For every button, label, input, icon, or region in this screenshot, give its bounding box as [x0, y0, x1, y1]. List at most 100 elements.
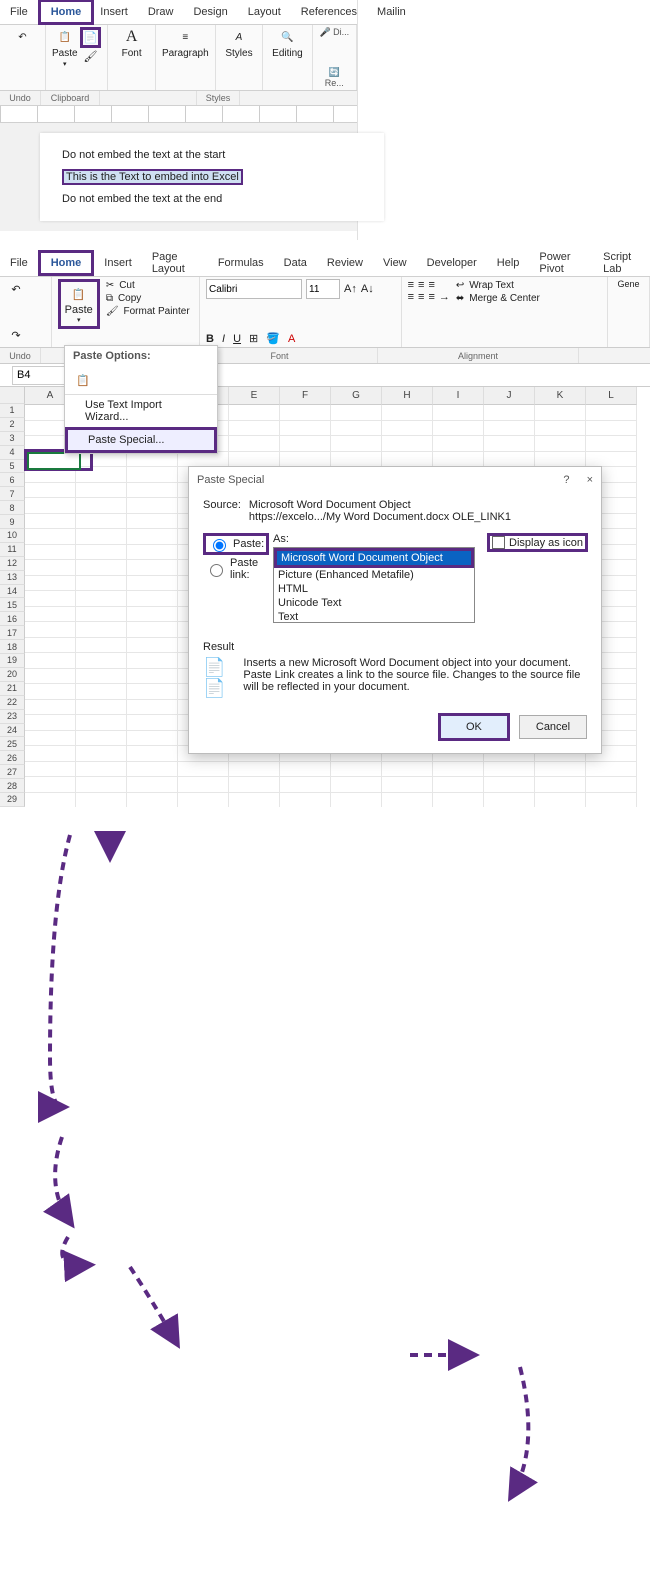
xl-tab-file[interactable]: File [0, 253, 38, 273]
xl-tab-scriptlab[interactable]: Script Lab [593, 247, 650, 279]
row-header-20[interactable]: 20 [0, 668, 25, 682]
cancel-button[interactable]: Cancel [519, 715, 587, 739]
align-right-icon[interactable]: ≡ [428, 291, 434, 303]
as-listbox[interactable]: Microsoft Word Document Object Picture (… [273, 547, 475, 623]
align-bottom-icon[interactable]: ≡ [428, 279, 434, 291]
row-header-18[interactable]: 18 [0, 640, 25, 654]
row-header-24[interactable]: 24 [0, 724, 25, 738]
xl-tab-insert[interactable]: Insert [94, 253, 142, 273]
indent-icon[interactable]: → [439, 291, 450, 303]
xl-undo-icon[interactable]: ↶ [6, 279, 26, 299]
row-header-7[interactable]: 7 [0, 487, 25, 501]
tab-home[interactable]: Home [38, 0, 95, 25]
row-header-21[interactable]: 21 [0, 682, 25, 696]
font-group-button[interactable]: A Font [114, 27, 149, 59]
xl-tab-review[interactable]: Review [317, 253, 373, 273]
undo-button[interactable]: ↶ [6, 27, 39, 47]
dictate-icon[interactable]: 🎤 Di... [319, 27, 350, 38]
xl-tab-data[interactable]: Data [274, 253, 317, 273]
styles-button[interactable]: A Styles [222, 27, 257, 59]
col-header-G[interactable]: G [331, 387, 382, 405]
row-header-9[interactable]: 9 [0, 515, 25, 529]
font-size-select[interactable] [306, 279, 340, 299]
row-header-8[interactable]: 8 [0, 501, 25, 515]
row-header-22[interactable]: 22 [0, 696, 25, 710]
copy-icon[interactable]: 📄 [80, 27, 102, 48]
editing-button[interactable]: 🔍 Editing [269, 27, 305, 59]
xl-tab-developer[interactable]: Developer [417, 253, 487, 273]
row-header-6[interactable]: 6 [0, 473, 25, 487]
paste-radio[interactable]: Paste: [203, 533, 269, 555]
row-header-10[interactable]: 10 [0, 529, 25, 543]
xl-tab-formulas[interactable]: Formulas [208, 253, 274, 273]
row-header-4[interactable]: 4 [0, 446, 25, 460]
align-left-icon[interactable]: ≡ [408, 291, 414, 303]
col-header-L[interactable]: L [586, 387, 637, 405]
tab-mailings[interactable]: Mailin [367, 2, 416, 22]
font-color-button[interactable]: A [288, 333, 295, 345]
paragraph-button[interactable]: ≡ Paragraph [162, 27, 209, 59]
opt-picture[interactable]: Picture (Enhanced Metafile) [274, 568, 474, 582]
opt-text[interactable]: Text [274, 610, 474, 623]
opt-word-object[interactable]: Microsoft Word Document Object [274, 548, 474, 568]
increase-font-icon[interactable]: A↑ [344, 283, 357, 295]
border-button[interactable]: ⊞ [249, 332, 258, 345]
row-header-23[interactable]: 23 [0, 710, 25, 724]
xl-tab-home[interactable]: Home [38, 250, 95, 276]
col-header-J[interactable]: J [484, 387, 535, 405]
bold-button[interactable]: B [206, 333, 214, 345]
row-header-3[interactable]: 3 [0, 432, 25, 446]
align-center-icon[interactable]: ≡ [418, 291, 424, 303]
copy-button[interactable]: ⧉Copy [106, 292, 190, 305]
close-button[interactable]: × [587, 474, 593, 486]
formula-input[interactable] [197, 367, 650, 384]
tab-insert[interactable]: Insert [90, 2, 138, 22]
col-header-I[interactable]: I [433, 387, 484, 405]
xl-tab-pagelayout[interactable]: Page Layout [142, 247, 208, 279]
paste-special-item[interactable]: Paste Special... [65, 427, 217, 453]
underline-button[interactable]: U [233, 333, 241, 345]
row-header-26[interactable]: 26 [0, 751, 25, 765]
wrap-text-button[interactable]: ↩Wrap Text [456, 279, 540, 292]
col-header-K[interactable]: K [535, 387, 586, 405]
tab-design[interactable]: Design [183, 2, 237, 22]
reuse-icon[interactable]: 🔄 Re... [319, 67, 350, 88]
cut-button[interactable]: ✂Cut [106, 279, 190, 292]
word-paste-button[interactable]: 📋 Paste ▾ [52, 27, 78, 68]
decrease-font-icon[interactable]: A↓ [361, 283, 374, 295]
format-painter-icon[interactable]: 🖌 [80, 50, 102, 63]
italic-button[interactable]: I [222, 333, 225, 345]
row-header-17[interactable]: 17 [0, 626, 25, 640]
row-header-2[interactable]: 2 [0, 418, 25, 432]
row-header-14[interactable]: 14 [0, 585, 25, 599]
align-middle-icon[interactable]: ≡ [418, 279, 424, 291]
row-header-1[interactable]: 1 [0, 404, 25, 418]
ok-button[interactable]: OK [438, 713, 510, 741]
tab-references[interactable]: References [291, 2, 367, 22]
row-header-5[interactable]: 5 [0, 460, 25, 474]
selected-text[interactable]: This is the Text to embed into Excel [62, 169, 243, 185]
xl-tab-help[interactable]: Help [487, 253, 530, 273]
help-button[interactable]: ? [563, 474, 569, 486]
row-header-19[interactable]: 19 [0, 654, 25, 668]
row-header-16[interactable]: 16 [0, 612, 25, 626]
xl-tab-view[interactable]: View [373, 253, 417, 273]
tab-layout[interactable]: Layout [238, 2, 291, 22]
tab-file[interactable]: File [0, 2, 38, 22]
row-header-13[interactable]: 13 [0, 571, 25, 585]
col-header-E[interactable]: E [229, 387, 280, 405]
opt-html[interactable]: HTML [274, 582, 474, 596]
paste-special-icon[interactable]: 📋 [73, 370, 93, 390]
merge-center-button[interactable]: ⬌Merge & Center [456, 292, 540, 305]
row-header-25[interactable]: 25 [0, 737, 25, 751]
paste-link-radio[interactable]: Paste link: [203, 557, 269, 581]
use-text-import-wizard[interactable]: Use Text Import Wizard... [65, 395, 217, 427]
opt-unicode[interactable]: Unicode Text [274, 596, 474, 610]
xl-tab-powerpivot[interactable]: Power Pivot [529, 247, 593, 279]
format-painter-button[interactable]: 🖌Format Painter [106, 305, 190, 318]
page[interactable]: Do not embed the text at the start This … [40, 133, 384, 221]
fill-color-button[interactable]: 🪣 [266, 332, 280, 345]
xl-paste-button[interactable]: 📋 Paste ▾ [58, 279, 100, 329]
font-name-select[interactable] [206, 279, 302, 299]
col-header-F[interactable]: F [280, 387, 331, 405]
